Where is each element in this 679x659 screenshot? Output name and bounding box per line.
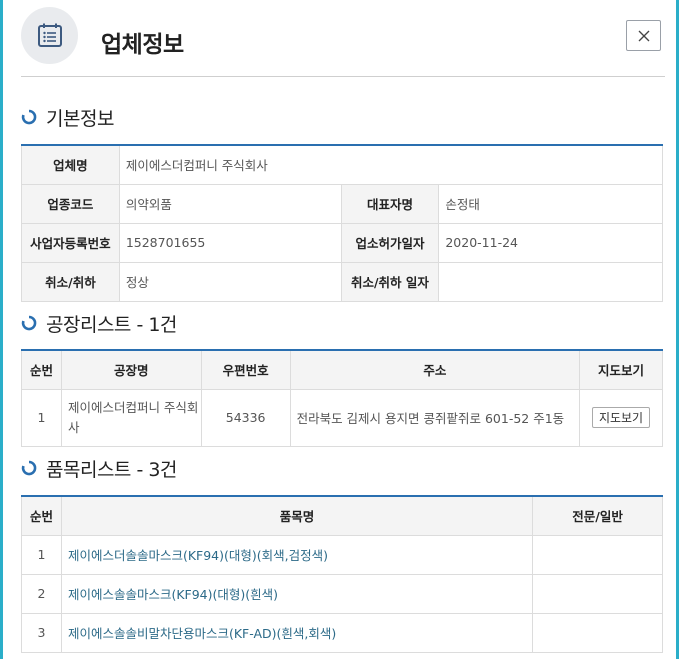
factory-name: 제이에스더컴퍼니 주식회사 <box>60 388 202 447</box>
product-header-row: 순번 품목명 전문/일반 <box>21 495 663 536</box>
modal-title: 업체정보 <box>101 32 184 58</box>
section-title-factories: 공장리스트 - 1건 <box>46 313 177 336</box>
table-row: 2 제이에스솔솔마스크(KF94)(대형)(흰색) <box>21 573 663 614</box>
value-cancel-status: 정상 <box>118 261 342 302</box>
refresh-circle-icon <box>21 460 37 476</box>
value-company-name: 제이에스더컴퍼니 주식회사 <box>118 144 664 185</box>
value-business-number: 1528701655 <box>118 222 342 263</box>
company-info-modal: 업체정보 기본정보 업체명 제이에스더컴퍼니 주식회사 업종코드 의약외품 대표… <box>3 0 676 659</box>
col-address: 주소 <box>289 349 581 390</box>
section-factory-list: 공장리스트 - 1건 <box>21 311 177 336</box>
label-business-number: 사업자등록번호 <box>21 222 120 263</box>
label-representative: 대표자명 <box>340 183 440 224</box>
factory-table: 순번 공장명 우편번호 주소 지도보기 1 제이에스더컴퍼니 주식회사 5433… <box>21 349 663 447</box>
map-view-button[interactable]: 지도보기 <box>591 407 651 428</box>
value-industry-code: 의약외품 <box>118 183 342 224</box>
refresh-circle-icon <box>21 109 37 125</box>
product-table: 순번 품목명 전문/일반 1 제이에스더솔솔마스크(KF94)(대형)(회색,검… <box>21 495 663 653</box>
label-cancel-date: 취소/취하 일자 <box>340 261 440 302</box>
col-no: 순번 <box>21 495 62 536</box>
calendar-list-icon <box>21 7 78 64</box>
section-title-products: 품목리스트 - 3건 <box>46 458 177 481</box>
modal-header: 업체정보 <box>21 0 665 77</box>
value-cancel-date <box>438 261 663 302</box>
close-icon <box>638 30 649 41</box>
value-license-date: 2020-11-24 <box>438 222 663 263</box>
section-product-list: 품목리스트 - 3건 <box>21 456 177 481</box>
table-row: 3 제이에스솔솔비말차단용마스크(KF-AD)(흰색,회색) <box>21 612 663 653</box>
col-product-name: 품목명 <box>60 495 534 536</box>
label-license-date: 업소허가일자 <box>340 222 440 263</box>
col-no: 순번 <box>21 349 62 390</box>
product-no: 1 <box>21 534 62 575</box>
section-title-basic: 기본정보 <box>46 107 114 130</box>
product-name-link[interactable]: 제이에스더솔솔마스크(KF94)(대형)(회색,검정색) <box>60 534 534 575</box>
product-no: 2 <box>21 573 62 614</box>
close-button[interactable] <box>626 20 661 51</box>
factory-address: 전라북도 김제시 용지면 콩쥐팥쥐로 601-52 주1동 <box>289 388 581 447</box>
label-industry-code: 업종코드 <box>21 183 120 224</box>
col-zip: 우편번호 <box>200 349 291 390</box>
basic-info-table: 업체명 제이에스더컴퍼니 주식회사 업종코드 의약외품 대표자명 손정태 사업자… <box>21 144 664 302</box>
map-cell: 지도보기 <box>579 388 663 447</box>
factory-zip: 54336 <box>200 388 291 447</box>
value-representative: 손정태 <box>438 183 663 224</box>
product-type <box>532 534 663 575</box>
product-name-link[interactable]: 제이에스솔솔마스크(KF94)(대형)(흰색) <box>60 573 534 614</box>
label-cancel-status: 취소/취하 <box>21 261 120 302</box>
refresh-circle-icon <box>21 315 37 331</box>
product-name-link[interactable]: 제이에스솔솔비말차단용마스크(KF-AD)(흰색,회색) <box>60 612 534 653</box>
product-type <box>532 612 663 653</box>
section-basic-info: 기본정보 <box>21 105 114 130</box>
factory-header-row: 순번 공장명 우편번호 주소 지도보기 <box>21 349 663 390</box>
product-type <box>532 573 663 614</box>
col-map: 지도보기 <box>579 349 663 390</box>
product-no: 3 <box>21 612 62 653</box>
col-factory-name: 공장명 <box>60 349 202 390</box>
factory-no: 1 <box>21 388 62 447</box>
label-company-name: 업체명 <box>21 144 120 185</box>
table-row: 1 제이에스더솔솔마스크(KF94)(대형)(회색,검정색) <box>21 534 663 575</box>
col-product-type: 전문/일반 <box>532 495 663 536</box>
table-row: 1 제이에스더컴퍼니 주식회사 54336 전라북도 김제시 용지면 콩쥐팥쥐로… <box>21 388 663 447</box>
